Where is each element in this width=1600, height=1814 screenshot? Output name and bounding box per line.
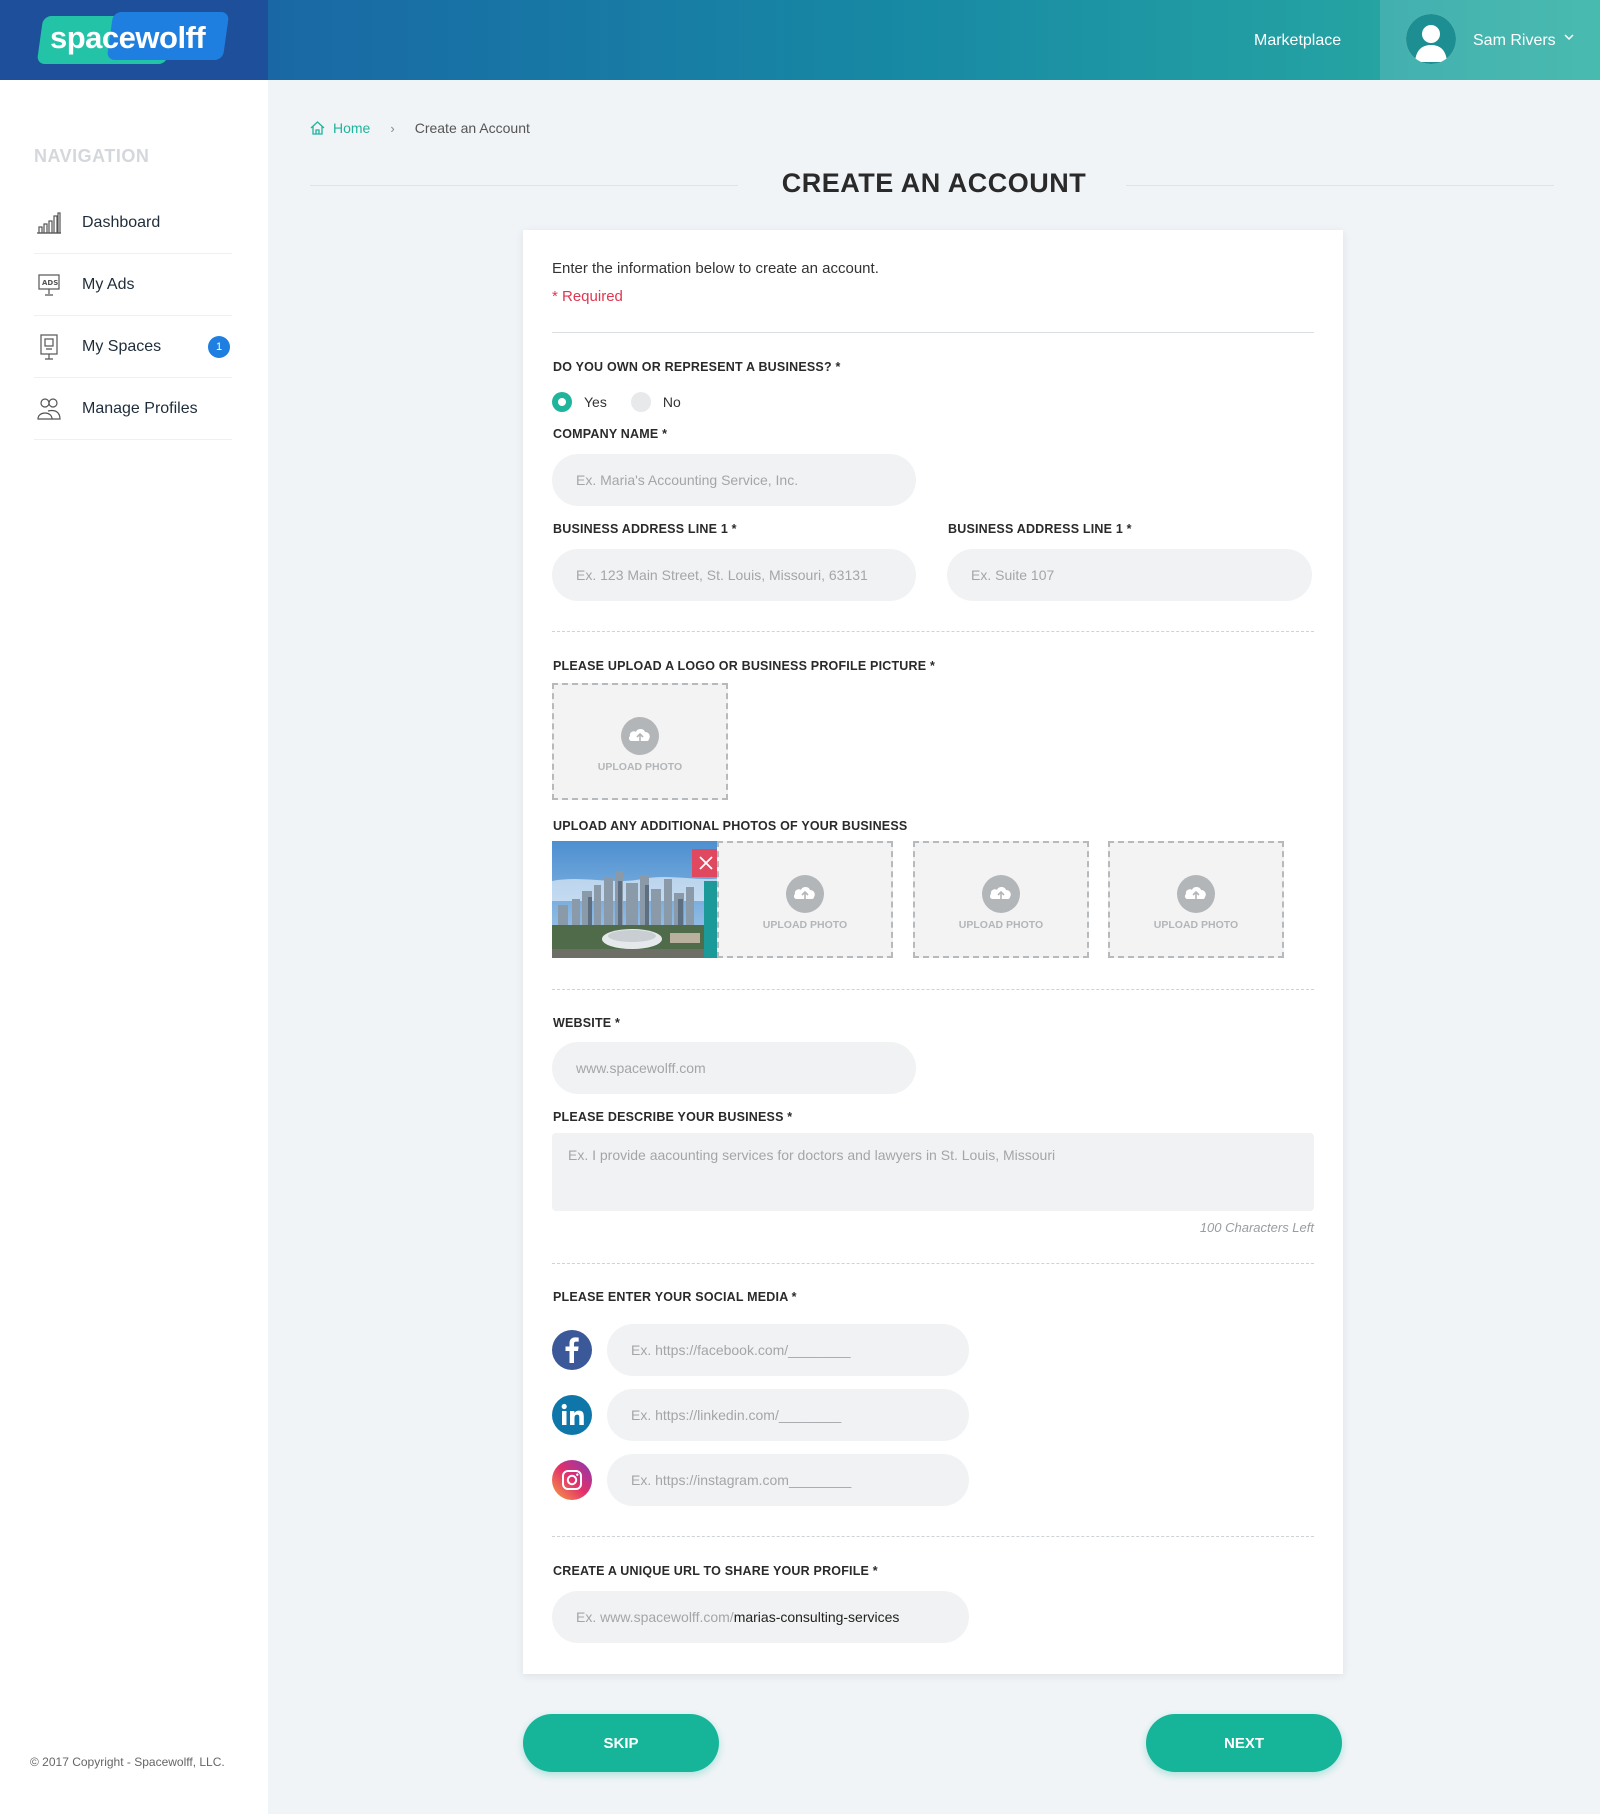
ads-icon: ADS — [34, 270, 64, 300]
radio-yes[interactable] — [552, 392, 572, 412]
billboard-icon — [34, 332, 64, 362]
svg-text:ADS: ADS — [42, 279, 58, 287]
website-input[interactable] — [552, 1042, 916, 1094]
business-radio-group: Yes No — [552, 392, 681, 412]
dashed-divider — [552, 631, 1314, 632]
breadcrumb: Home › Create an Account — [310, 120, 530, 136]
logo-area: spacewolff — [0, 0, 268, 80]
linkedin-url-input[interactable] — [607, 1389, 969, 1441]
additional-photo-upload-box[interactable]: UPLOAD PHOTO — [913, 841, 1089, 958]
characters-left-counter: 100 Characters Left — [1199, 1220, 1314, 1235]
remove-photo-button[interactable] — [692, 849, 720, 877]
instagram-url-input[interactable] — [607, 1454, 969, 1506]
cloud-upload-icon — [1177, 875, 1215, 913]
logo-upload-box[interactable]: UPLOAD PHOTO — [552, 683, 728, 800]
describe-business-label: PLEASE DESCRIBE YOUR BUSINESS * — [553, 1110, 793, 1124]
sidebar-item-manage-profiles[interactable]: Manage Profiles — [34, 378, 232, 440]
dashed-divider — [552, 989, 1314, 990]
upload-photo-text: UPLOAD PHOTO — [762, 919, 848, 931]
url-prefix: Ex. www.spacewolff.com/ — [576, 1609, 734, 1625]
divider — [552, 332, 1314, 333]
user-menu[interactable]: Sam Rivers — [1380, 0, 1600, 80]
website-label: WEBSITE * — [553, 1016, 621, 1030]
social-media-label: PLEASE ENTER YOUR SOCIAL MEDIA * — [553, 1290, 797, 1304]
upload-photo-text: UPLOAD PHOTO — [958, 919, 1044, 931]
skip-button[interactable]: SKIP — [523, 1714, 719, 1772]
marketplace-link[interactable]: Marketplace — [1254, 32, 1341, 50]
profiles-icon — [34, 394, 64, 424]
breadcrumb-current: Create an Account — [414, 120, 530, 136]
breadcrumb-home[interactable]: Home — [310, 120, 370, 136]
facebook-icon — [552, 1330, 592, 1370]
sidebar: NAVIGATION Dashboard ADS My Ads My Space… — [0, 80, 268, 1814]
address-line1-label: BUSINESS ADDRESS LINE 1 * — [553, 522, 737, 536]
radio-no-label: No — [662, 394, 681, 410]
sidebar-item-label: My Spaces — [82, 337, 162, 355]
dashed-divider — [552, 1536, 1314, 1537]
required-note: * Required — [552, 288, 623, 305]
top-header: spacewolff Marketplace Sam Rivers — [0, 0, 1600, 80]
user-name: Sam Rivers — [1473, 32, 1556, 49]
additional-photo-upload-box[interactable]: UPLOAD PHOTO — [1108, 841, 1284, 958]
address-line1-input[interactable] — [552, 549, 916, 601]
nav-title: NAVIGATION — [34, 146, 150, 166]
cloud-upload-icon — [982, 875, 1020, 913]
bar-chart-icon — [34, 208, 64, 238]
company-name-input[interactable] — [552, 454, 916, 506]
instagram-icon — [552, 1460, 592, 1500]
home-icon — [310, 121, 325, 135]
additional-photos-label: UPLOAD ANY ADDITIONAL PHOTOS OF YOUR BUS… — [553, 819, 908, 833]
logo-upload-label: PLEASE UPLOAD A LOGO OR BUSINESS PROFILE… — [553, 659, 936, 673]
facebook-url-input[interactable] — [607, 1324, 969, 1376]
sidebar-item-my-ads[interactable]: ADS My Ads — [34, 254, 232, 316]
describe-business-textarea[interactable] — [552, 1133, 1314, 1211]
cloud-upload-icon — [621, 717, 659, 755]
additional-photo-upload-box[interactable]: UPLOAD PHOTO — [717, 841, 893, 958]
notification-badge: 1 — [208, 335, 230, 358]
sidebar-item-dashboard[interactable]: Dashboard — [34, 192, 232, 254]
form-intro: Enter the information below to create an… — [552, 260, 879, 277]
breadcrumb-separator: › — [390, 120, 395, 136]
page-title: CREATE AN ACCOUNT — [781, 168, 1087, 198]
sidebar-item-label: My Ads — [82, 275, 135, 293]
sidebar-item-label: Dashboard — [82, 213, 161, 231]
chevron-down-icon — [1563, 30, 1575, 46]
unique-url-label: CREATE A UNIQUE URL TO SHARE YOUR PROFIL… — [553, 1564, 878, 1578]
uploaded-photo-thumbnail — [552, 841, 728, 958]
radio-no[interactable] — [630, 392, 651, 412]
cloud-upload-icon — [786, 875, 824, 913]
sidebar-item-my-spaces[interactable]: My Spaces 1 — [34, 316, 232, 378]
next-button[interactable]: NEXT — [1146, 1714, 1342, 1772]
sidebar-item-label: Manage Profiles — [82, 399, 198, 417]
upload-photo-text: UPLOAD PHOTO — [597, 761, 683, 773]
radio-yes-label: Yes — [584, 394, 607, 410]
avatar — [1406, 14, 1456, 64]
business-question-label: DO YOU OWN OR REPRESENT A BUSINESS? * — [553, 360, 841, 374]
url-value: marias-consulting-services — [733, 1609, 900, 1625]
close-icon — [699, 856, 713, 870]
spacewolff-logo[interactable]: spacewolff — [36, 12, 230, 67]
unique-url-input[interactable]: Ex. www.spacewolff.com/marias-consulting… — [552, 1591, 969, 1643]
company-name-label: COMPANY NAME * — [553, 427, 668, 441]
address-line2-label: BUSINESS ADDRESS LINE 1 * — [948, 522, 1132, 536]
dashed-divider — [552, 1263, 1314, 1264]
upload-photo-text: UPLOAD PHOTO — [1153, 919, 1239, 931]
linkedin-icon — [552, 1395, 592, 1435]
copyright: © 2017 Copyright - Spacewolff, LLC. — [30, 1755, 225, 1769]
address-line2-input[interactable] — [947, 549, 1312, 601]
create-account-form: Enter the information below to create an… — [523, 230, 1343, 1674]
